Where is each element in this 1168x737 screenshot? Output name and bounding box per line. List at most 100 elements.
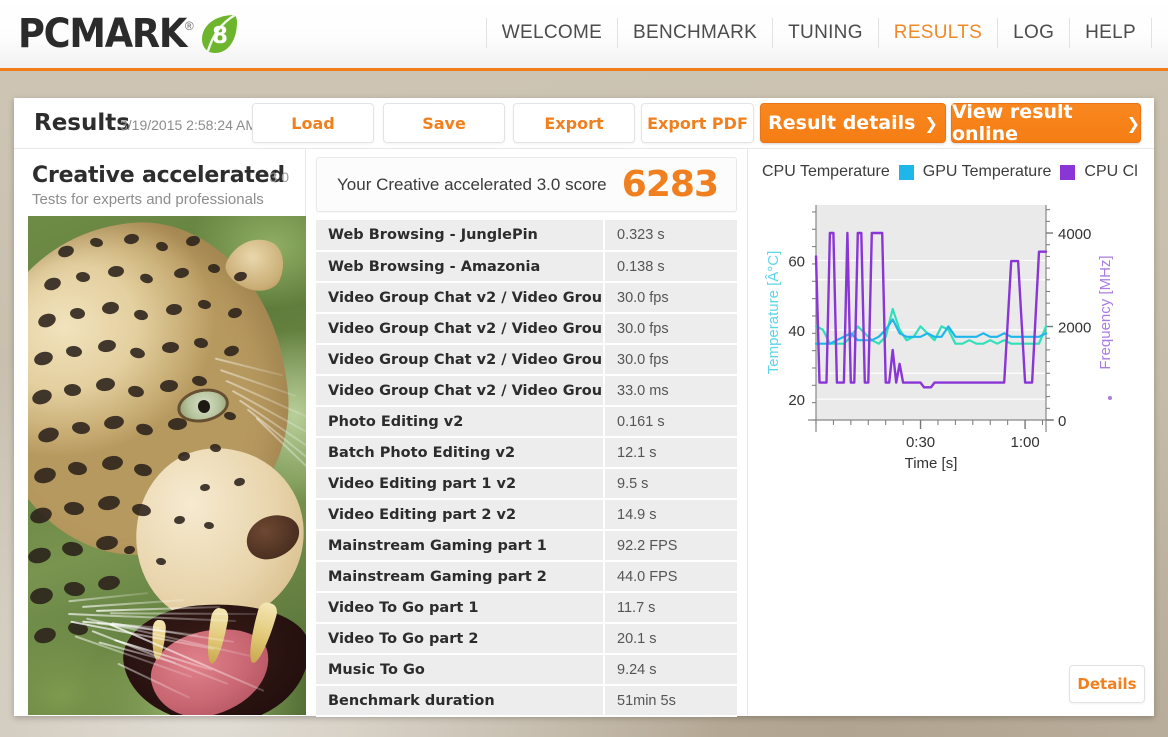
export-button[interactable]: Export bbox=[513, 103, 635, 143]
table-row: Video Group Chat v2 / Video Group Chat p… bbox=[316, 282, 737, 314]
chart-y2-ticklabel: 0 bbox=[1058, 413, 1066, 430]
pcmark-logo: PCMARK ® 8 bbox=[18, 10, 239, 58]
table-row: Video Group Chat v2 / Video Group Chat p… bbox=[316, 344, 737, 376]
legend-label-cpu-temperature: CPU Temperature bbox=[762, 163, 890, 180]
benchmark-version: 3.0 bbox=[269, 169, 289, 185]
chart-y2-ticklabel: 4000 bbox=[1058, 226, 1091, 243]
test-value-cell: 30.0 fps bbox=[604, 344, 737, 376]
test-value-cell: 12.1 s bbox=[604, 437, 737, 469]
test-name-cell: Video Editing part 1 v2 bbox=[316, 468, 605, 500]
app-header: PCMARK ® 8 WELCOME BENCHMARK TUNING RESU… bbox=[0, 0, 1168, 71]
test-name-cell: Batch Photo Editing v2 bbox=[316, 437, 605, 469]
test-value-cell: 44.0 FPS bbox=[604, 561, 737, 593]
test-name-cell: Video To Go part 2 bbox=[316, 623, 605, 655]
table-row: Web Browsing - Amazonia 0.138 s bbox=[316, 251, 737, 283]
nav-item-results[interactable]: RESULTS bbox=[879, 18, 999, 48]
main-navigation: WELCOME BENCHMARK TUNING RESULTS LOG HEL… bbox=[485, 18, 1152, 48]
leopard-spot bbox=[96, 574, 122, 592]
results-toolbar: Results 3/19/2015 2:58:24 AM Load Save E… bbox=[14, 98, 1154, 149]
benchmark-info-column: Creative accelerated 3.0 Tests for exper… bbox=[14, 149, 306, 715]
view-result-online-label: View result online bbox=[952, 101, 1073, 145]
test-value-cell: 51min 5s bbox=[604, 685, 737, 717]
result-details-button[interactable]: Result details ❯ bbox=[760, 103, 946, 143]
score-label: Your Creative accelerated 3.0 score bbox=[337, 174, 607, 194]
table-row: Video Editing part 1 v2 9.5 s bbox=[316, 468, 737, 500]
page-title: Results bbox=[34, 110, 130, 136]
table-row: Music To Go 9.24 s bbox=[316, 654, 737, 686]
table-row: Video Editing part 2 v2 14.9 s bbox=[316, 499, 737, 531]
leopard-spot bbox=[28, 545, 53, 566]
nav-item-welcome[interactable]: WELCOME bbox=[485, 18, 619, 48]
test-name-cell: Web Browsing - JunglePin bbox=[316, 220, 605, 252]
test-value-cell: 14.9 s bbox=[604, 499, 737, 531]
result-timestamp: 3/19/2015 2:58:24 AM bbox=[120, 117, 257, 133]
nav-item-benchmark[interactable]: BENCHMARK bbox=[618, 18, 774, 48]
test-value-cell: 30.0 fps bbox=[604, 313, 737, 345]
test-name-cell: Web Browsing - Amazonia bbox=[316, 251, 605, 283]
leaf-badge-icon: 8 bbox=[199, 12, 239, 56]
score-summary: Your Creative accelerated 3.0 score 6283 bbox=[316, 157, 737, 212]
results-panel: Results 3/19/2015 2:58:24 AM Load Save E… bbox=[14, 98, 1154, 717]
chart-details-button[interactable]: Details bbox=[1069, 665, 1145, 703]
table-row: Video Group Chat v2 / Video Group Chat e… bbox=[316, 375, 737, 407]
result-details-label: Result details bbox=[768, 112, 916, 134]
test-name-cell: Benchmark duration bbox=[316, 685, 605, 717]
chart-y2-axis-label: Frequency [MHz] bbox=[1097, 255, 1114, 369]
chart-y-axis-label: Temperature [Â°C] bbox=[765, 251, 782, 375]
test-value-cell: 30.0 fps bbox=[604, 282, 737, 314]
table-row: Video Group Chat v2 / Video Group Chat p… bbox=[316, 313, 737, 345]
test-name-cell: Photo Editing v2 bbox=[316, 406, 605, 438]
test-value-cell: 0.323 s bbox=[604, 220, 737, 252]
test-value-cell: 0.138 s bbox=[604, 251, 737, 283]
table-row: Web Browsing - JunglePin 0.323 s bbox=[316, 220, 737, 252]
test-name-cell: Mainstream Gaming part 1 bbox=[316, 530, 605, 562]
monitoring-chart-svg: 20 40 60 0 2000 4000 0:30 1:00 Time [s] Temperatu… bbox=[765, 205, 1114, 472]
chevron-right-icon: ❯ bbox=[924, 113, 938, 133]
chart-y2-ticklabel: 2000 bbox=[1058, 320, 1091, 337]
chart-y-ticklabel: 40 bbox=[788, 323, 805, 340]
table-row: Video To Go part 1 11.7 s bbox=[316, 592, 737, 624]
view-result-online-button[interactable]: View result online ❯ bbox=[951, 101, 1141, 145]
results-body: Creative accelerated 3.0 Tests for exper… bbox=[14, 149, 1154, 717]
test-name-cell: Video Group Chat v2 / Video Group Chat p… bbox=[316, 282, 605, 314]
save-button[interactable]: Save bbox=[383, 103, 505, 143]
scores-column: Your Creative accelerated 3.0 score 6283… bbox=[306, 149, 748, 717]
table-row: Mainstream Gaming part 2 44.0 FPS bbox=[316, 561, 737, 593]
leopard-whisker bbox=[109, 612, 257, 615]
chart-x-ticklabel: 0:30 bbox=[906, 434, 935, 451]
test-name-cell: Video Editing part 2 v2 bbox=[316, 499, 605, 531]
test-name-cell: Video Group Chat v2 / Video Group Chat p… bbox=[316, 344, 605, 376]
score-value: 6283 bbox=[621, 163, 719, 205]
test-value-cell: 9.24 s bbox=[604, 654, 737, 686]
load-button[interactable]: Load bbox=[252, 103, 374, 143]
test-value-cell: 20.1 s bbox=[604, 623, 737, 655]
chart-x-ticklabel: 1:00 bbox=[1010, 434, 1039, 451]
leaf-badge-number: 8 bbox=[212, 23, 228, 49]
table-row: Video To Go part 2 20.1 s bbox=[316, 623, 737, 655]
nav-item-tuning[interactable]: TUNING bbox=[773, 18, 879, 48]
chart-x-axis-label: Time [s] bbox=[905, 455, 958, 472]
leopard-spot bbox=[32, 625, 58, 646]
test-name-cell: Video To Go part 1 bbox=[316, 592, 605, 624]
chart-y-ticklabel: 20 bbox=[788, 392, 805, 409]
chevron-right-icon: ❯ bbox=[1126, 113, 1140, 133]
nav-item-help[interactable]: HELP bbox=[1070, 18, 1152, 48]
table-row: Mainstream Gaming part 1 92.2 FPS bbox=[316, 530, 737, 562]
chart-legend: CPU Temperature GPU Temperature CPU Cl bbox=[758, 157, 1151, 187]
legend-label-gpu-temperature: GPU Temperature bbox=[922, 163, 1052, 180]
legend-swatch-cpu-clock bbox=[1060, 164, 1076, 180]
leopard-spot bbox=[28, 585, 55, 607]
table-row: Photo Editing v2 0.161 s bbox=[316, 406, 737, 438]
test-value-cell: 0.161 s bbox=[604, 406, 737, 438]
test-name-cell: Music To Go bbox=[316, 654, 605, 686]
logo-wordmark: PCMARK bbox=[18, 11, 187, 57]
chart-y2-axis-marker bbox=[1108, 396, 1112, 400]
test-value-cell: 92.2 FPS bbox=[604, 530, 737, 562]
test-name-cell: Video Group Chat v2 / Video Group Chat p… bbox=[316, 313, 605, 345]
export-pdf-button[interactable]: Export PDF bbox=[641, 103, 754, 143]
table-row: Benchmark duration 51min 5s bbox=[316, 685, 737, 717]
monitoring-chart: 20 40 60 0 2000 4000 0:30 1:00 Time [s] Temperatu… bbox=[758, 195, 1151, 495]
monitoring-column: CPU Temperature GPU Temperature CPU Cl 2… bbox=[748, 149, 1161, 715]
test-value-cell: 11.7 s bbox=[604, 592, 737, 624]
nav-item-log[interactable]: LOG bbox=[998, 18, 1071, 48]
